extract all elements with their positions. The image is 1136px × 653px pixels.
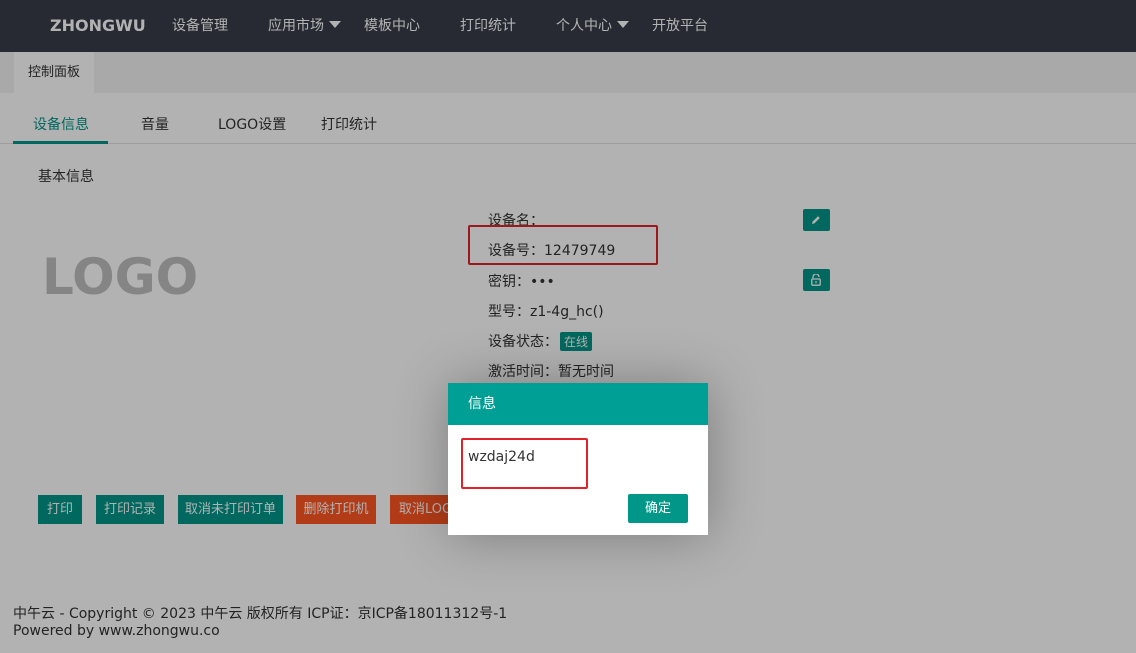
key-value-highlight xyxy=(461,438,588,489)
dialog-title: 信息 xyxy=(448,383,708,425)
confirm-button[interactable]: 确定 xyxy=(628,494,688,523)
modal-overlay[interactable] xyxy=(0,0,1136,653)
